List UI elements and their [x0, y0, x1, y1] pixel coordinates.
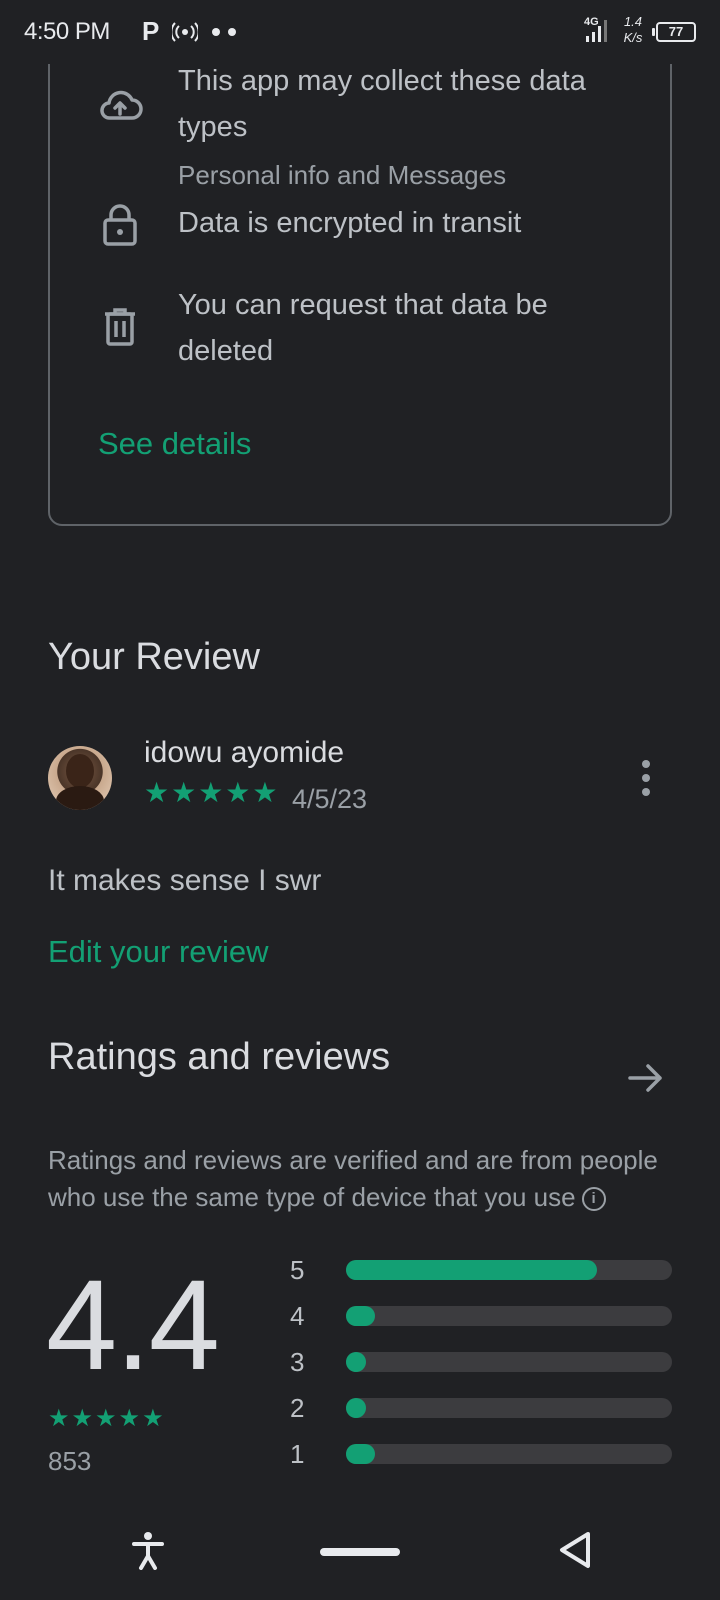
- rating-bar-fill: [346, 1306, 375, 1326]
- ratings-description: Ratings and reviews are verified and are…: [48, 1142, 668, 1216]
- accessibility-icon[interactable]: [128, 1530, 168, 1570]
- app-notification-icon: P: [142, 16, 160, 46]
- network-speed-unit: K/s: [623, 30, 643, 45]
- rating-bar-row: 5: [290, 1252, 672, 1288]
- total-reviews-count: 853: [48, 1446, 92, 1476]
- rating-bar-fill: [346, 1260, 597, 1280]
- safety-item-title: This app may collect these data types: [178, 65, 586, 143]
- lock-icon: [96, 200, 144, 248]
- rating-bar-label: 5: [290, 1255, 305, 1285]
- edit-review-button[interactable]: Edit your review: [48, 934, 269, 970]
- rating-bar-fill: [346, 1352, 366, 1372]
- average-stars-display: ★★★★★: [48, 1405, 166, 1432]
- rating-bar-track: [346, 1444, 672, 1464]
- info-icon[interactable]: i: [581, 1187, 606, 1212]
- hotspot-icon: [170, 22, 200, 42]
- average-rating: 4.4: [46, 1254, 220, 1397]
- trash-icon: [96, 302, 144, 350]
- more-options-icon[interactable]: [640, 760, 652, 796]
- back-icon[interactable]: [556, 1530, 596, 1570]
- safety-item-title: You can request that data be deleted: [178, 289, 548, 367]
- rating-bar-row: 4: [290, 1298, 672, 1334]
- screen: This app may collect these data types Pe…: [0, 0, 720, 1600]
- rating-bar-fill: [346, 1398, 366, 1418]
- average-stars: ★★★★★: [48, 1404, 166, 1433]
- rating-bar-label: 1: [290, 1439, 305, 1469]
- navigation-bar: [0, 1500, 720, 1600]
- avatar[interactable]: [48, 746, 112, 810]
- network-speed: 1.4 K/s: [618, 14, 648, 46]
- rating-bar-label: 3: [290, 1347, 305, 1377]
- network-speed-value: 1.4: [623, 14, 643, 29]
- ratings-description-text: Ratings and reviews are verified and are…: [48, 1145, 658, 1212]
- rating-bar-track: [346, 1398, 672, 1418]
- rating-bar-row: 3: [290, 1344, 672, 1380]
- data-safety-card: This app may collect these data types Pe…: [48, 20, 672, 526]
- rating-bar-row: 1: [290, 1436, 672, 1472]
- home-button[interactable]: [320, 1548, 400, 1556]
- rating-bar-track: [346, 1260, 672, 1280]
- review-text: It makes sense I swr: [48, 864, 322, 897]
- your-review-title: Your Review: [48, 636, 260, 678]
- status-time: 4:50 PM: [24, 18, 110, 45]
- rating-bar-track: [346, 1352, 672, 1372]
- rating-bar-fill: [346, 1444, 375, 1464]
- cloud-upload-icon: [96, 82, 144, 130]
- more-notifications-icon: [212, 28, 236, 36]
- rating-bar-label: 2: [290, 1393, 305, 1423]
- rating-bar-track: [346, 1306, 672, 1326]
- ratings-title[interactable]: Ratings and reviews: [48, 1036, 390, 1079]
- see-details-link[interactable]: See details: [98, 426, 251, 462]
- battery-icon: 77: [652, 22, 696, 42]
- safety-item-subtitle: Personal info and Messages: [178, 160, 507, 190]
- review-stars: ★★★★★: [144, 777, 280, 808]
- safety-item-title: Data is encrypted in transit: [178, 207, 522, 239]
- rating-bar-row: 2: [290, 1390, 672, 1426]
- reviewer-name: idowu ayomide: [144, 736, 345, 769]
- review-date: 4/5/23: [292, 784, 368, 814]
- signal-icon: [586, 16, 612, 44]
- status-bar: 4:50 PM P 4G 1.4 K/s 77: [0, 0, 720, 64]
- rating-bar-label: 4: [290, 1301, 305, 1331]
- arrow-right-icon[interactable]: [626, 1060, 666, 1096]
